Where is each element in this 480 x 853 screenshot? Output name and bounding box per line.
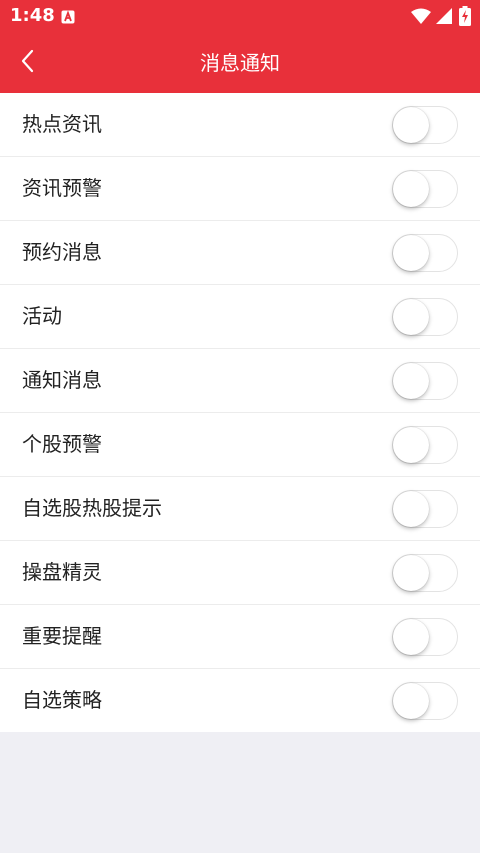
setting-label: 个股预警 xyxy=(22,432,102,456)
setting-row-activity: 活动 xyxy=(0,285,480,349)
setting-row-strategy: 自选策略 xyxy=(0,669,480,732)
notification-settings-list: 热点资讯 资讯预警 预约消息 活动 通知消息 个股预警 自选股热股提示 操盘精灵… xyxy=(0,93,480,732)
setting-label: 操盘精灵 xyxy=(22,560,102,584)
setting-label: 热点资讯 xyxy=(22,112,102,136)
status-bar: 1:48 xyxy=(0,0,480,32)
setting-label: 活动 xyxy=(22,304,62,328)
a-letter-icon xyxy=(61,9,75,24)
setting-row-hot-news: 热点资讯 xyxy=(0,93,480,157)
setting-label: 资讯预警 xyxy=(22,176,102,200)
setting-row-notice: 通知消息 xyxy=(0,349,480,413)
setting-label: 自选股热股提示 xyxy=(22,496,162,520)
signal-icon xyxy=(436,8,452,24)
setting-row-appointment: 预约消息 xyxy=(0,221,480,285)
hot-news-toggle[interactable] xyxy=(392,106,458,144)
page-title: 消息通知 xyxy=(200,51,280,75)
battery-charging-icon xyxy=(459,6,471,26)
setting-row-trading-wizard: 操盘精灵 xyxy=(0,541,480,605)
setting-row-news-alert: 资讯预警 xyxy=(0,157,480,221)
setting-row-watchlist-hot: 自选股热股提示 xyxy=(0,477,480,541)
setting-row-important: 重要提醒 xyxy=(0,605,480,669)
activity-toggle[interactable] xyxy=(392,298,458,336)
important-toggle[interactable] xyxy=(392,618,458,656)
trading-wizard-toggle[interactable] xyxy=(392,554,458,592)
setting-label: 通知消息 xyxy=(22,368,102,392)
strategy-toggle[interactable] xyxy=(392,682,458,720)
setting-row-stock-alert: 个股预警 xyxy=(0,413,480,477)
stock-alert-toggle[interactable] xyxy=(392,426,458,464)
status-time: 1:48 xyxy=(10,5,55,26)
setting-label: 重要提醒 xyxy=(22,624,102,648)
wifi-icon xyxy=(411,8,431,24)
news-alert-toggle[interactable] xyxy=(392,170,458,208)
setting-label: 自选策略 xyxy=(22,688,102,712)
appointment-toggle[interactable] xyxy=(392,234,458,272)
notice-toggle[interactable] xyxy=(392,362,458,400)
watchlist-hot-toggle[interactable] xyxy=(392,490,458,528)
setting-label: 预约消息 xyxy=(22,240,102,264)
app-header: 1:48 消息通知 xyxy=(0,0,480,93)
